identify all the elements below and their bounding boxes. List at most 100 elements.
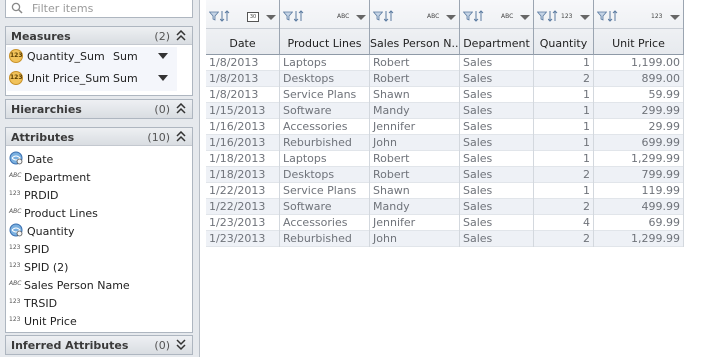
table-cell[interactable]: 2	[534, 71, 594, 87]
table-cell[interactable]: 699.99	[594, 135, 684, 151]
table-cell[interactable]: Sales	[460, 103, 534, 119]
table-cell[interactable]: 69.99	[594, 215, 684, 231]
table-cell[interactable]: Sales	[460, 119, 534, 135]
table-cell[interactable]: 4	[534, 215, 594, 231]
sort-icon[interactable]	[294, 10, 304, 22]
table-cell[interactable]: 2	[534, 231, 594, 247]
column-header[interactable]: 123 Unit Price	[594, 0, 684, 55]
table-cell[interactable]: Laptops	[280, 151, 370, 167]
table-cell[interactable]: 1/8/2013	[206, 87, 280, 103]
table-row[interactable]: 1/15/2013 Software Mandy Sales 1 299.99	[206, 103, 684, 119]
table-cell[interactable]: Jennifer	[370, 215, 460, 231]
table-row[interactable]: 1/18/2013 Desktops Robert Sales 2 799.99	[206, 167, 684, 183]
table-cell[interactable]: 1	[534, 151, 594, 167]
expand-icon[interactable]	[176, 339, 186, 351]
table-cell[interactable]: 1	[534, 119, 594, 135]
column-header[interactable]: 123 Quantity	[534, 0, 594, 55]
filter-icon[interactable]	[463, 11, 473, 21]
attribute-item[interactable]: 123 PRDID	[8, 186, 188, 204]
table-cell[interactable]: Desktops	[280, 167, 370, 183]
table-cell[interactable]: Robert	[370, 151, 460, 167]
table-row[interactable]: 1/18/2013 Laptops Robert Sales 1 1,299.99	[206, 151, 684, 167]
attributes-header[interactable]: Attributes (10)	[6, 128, 192, 146]
filter-icon[interactable]	[209, 11, 219, 21]
table-cell[interactable]: 1/8/2013	[206, 55, 280, 71]
table-row[interactable]: 1/16/2013 Reburbished John Sales 1 699.99	[206, 135, 684, 151]
sort-icon[interactable]	[384, 10, 394, 22]
table-cell[interactable]: Jennifer	[370, 119, 460, 135]
collapse-icon[interactable]	[176, 131, 186, 143]
sort-icon[interactable]	[220, 10, 230, 22]
collapse-icon[interactable]	[176, 30, 186, 42]
table-cell[interactable]: 1	[534, 55, 594, 71]
table-cell[interactable]: 2	[534, 167, 594, 183]
attribute-item[interactable]: 123 Unit Price	[8, 312, 188, 330]
table-cell[interactable]: Sales	[460, 135, 534, 151]
table-row[interactable]: 1/8/2013 Service Plans Shawn Sales 1 59.99	[206, 87, 684, 103]
column-header[interactable]: ABC Department	[460, 0, 534, 55]
table-row[interactable]: 1/22/2013 Software Mandy Sales 2 499.99	[206, 199, 684, 215]
collapse-icon[interactable]	[176, 103, 186, 115]
table-cell[interactable]: 1/15/2013	[206, 103, 280, 119]
table-cell[interactable]: 1/18/2013	[206, 151, 280, 167]
attribute-item[interactable]: 123 SPID (2)	[8, 258, 188, 276]
table-cell[interactable]: Service Plans	[280, 87, 370, 103]
column-header[interactable]: ABC Sales Person N...	[370, 0, 460, 55]
hierarchies-header[interactable]: Hierarchies (0)	[6, 100, 192, 118]
table-cell[interactable]: 1,299.99	[594, 231, 684, 247]
attribute-item[interactable]: 123 TRSID	[8, 294, 188, 312]
table-cell[interactable]: Software	[280, 199, 370, 215]
table-row[interactable]: 1/16/2013 Accessories Jennifer Sales 1 29.99	[206, 119, 684, 135]
table-cell[interactable]: 1	[534, 135, 594, 151]
filter-icon[interactable]	[373, 11, 383, 21]
table-cell[interactable]: 2	[534, 199, 594, 215]
measure-item[interactable]: 123 Unit Price_Sum Sum	[7, 69, 177, 87]
table-cell[interactable]: 899.00	[594, 71, 684, 87]
table-cell[interactable]: Mandy	[370, 199, 460, 215]
table-cell[interactable]: 1,299.99	[594, 151, 684, 167]
table-cell[interactable]: 1/23/2013	[206, 231, 280, 247]
table-row[interactable]: 1/23/2013 Accessories Jennifer Sales 4 69.99	[206, 215, 684, 231]
table-row[interactable]: 1/8/2013 Laptops Robert Sales 1 1,199.00	[206, 55, 684, 71]
table-cell[interactable]: 799.99	[594, 167, 684, 183]
filter-icon[interactable]	[597, 11, 607, 21]
attribute-item[interactable]: Quantity	[8, 222, 188, 240]
table-cell[interactable]: Shawn	[370, 183, 460, 199]
table-cell[interactable]: 1,199.00	[594, 55, 684, 71]
table-cell[interactable]: 1/8/2013	[206, 71, 280, 87]
table-row[interactable]: 1/23/2013 Reburbished John Sales 2 1,299.99	[206, 231, 684, 247]
filter-field[interactable]: Filter items	[5, 0, 193, 18]
aggregation-value[interactable]: Sum	[113, 50, 138, 63]
column-menu-arrow-icon[interactable]	[266, 15, 276, 20]
filter-icon[interactable]	[537, 11, 547, 21]
table-cell[interactable]: 299.99	[594, 103, 684, 119]
attribute-item[interactable]: ABC Sales Person Name	[8, 276, 188, 294]
table-cell[interactable]: Robert	[370, 167, 460, 183]
table-cell[interactable]: Sales	[460, 199, 534, 215]
table-cell[interactable]: 1	[534, 87, 594, 103]
table-cell[interactable]: John	[370, 231, 460, 247]
inferred-attributes-header[interactable]: Inferred Attributes (0)	[6, 336, 192, 354]
table-cell[interactable]: 59.99	[594, 87, 684, 103]
table-cell[interactable]: Software	[280, 103, 370, 119]
table-cell[interactable]: Accessories	[280, 119, 370, 135]
table-row[interactable]: 1/8/2013 Desktops Robert Sales 2 899.00	[206, 71, 684, 87]
table-cell[interactable]: 1/23/2013	[206, 215, 280, 231]
table-cell[interactable]: Sales	[460, 167, 534, 183]
attribute-item[interactable]: ABC Product Lines	[8, 204, 188, 222]
table-cell[interactable]: Reburbished	[280, 231, 370, 247]
dropdown-arrow-icon[interactable]	[158, 75, 168, 81]
attribute-item[interactable]: 123 SPID	[8, 240, 188, 258]
table-cell[interactable]: 1	[534, 103, 594, 119]
table-cell[interactable]: Sales	[460, 87, 534, 103]
table-cell[interactable]: 1/16/2013	[206, 119, 280, 135]
table-cell[interactable]: Mandy	[370, 103, 460, 119]
table-cell[interactable]: Shawn	[370, 87, 460, 103]
table-row[interactable]: 1/22/2013 Service Plans Shawn Sales 1 119.99	[206, 183, 684, 199]
column-menu-arrow-icon[interactable]	[580, 15, 590, 20]
table-cell[interactable]: 119.99	[594, 183, 684, 199]
table-cell[interactable]: 29.99	[594, 119, 684, 135]
sort-icon[interactable]	[474, 10, 484, 22]
table-cell[interactable]: Sales	[460, 151, 534, 167]
table-cell[interactable]: Sales	[460, 55, 534, 71]
